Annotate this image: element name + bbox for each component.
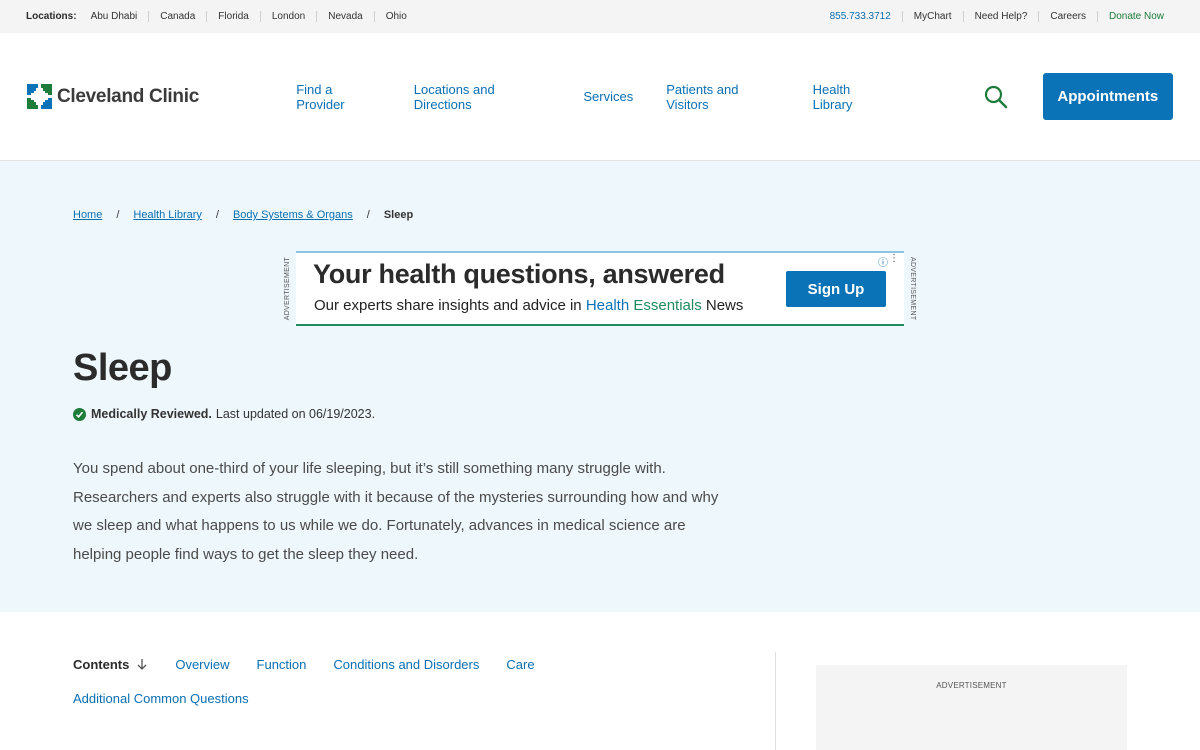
ad-sub-health: Health bbox=[585, 297, 634, 314]
nav-locations-and-directions[interactable]: Locations and Directions bbox=[414, 82, 551, 112]
ad-label-right: ADVERTISEMENT bbox=[909, 257, 916, 321]
ad-headline: Your health questions, answered bbox=[313, 259, 725, 289]
breadcrumb-separator: / bbox=[116, 209, 120, 221]
ad-label-left: ADVERTISEMENT bbox=[284, 257, 291, 321]
need-help-link[interactable]: Need Help? bbox=[962, 11, 1039, 22]
contents-link-additional-questions[interactable]: Additional Common Questions bbox=[73, 691, 249, 706]
ad-sub-prefix: Our experts share insights and advice in bbox=[314, 297, 586, 314]
page-title: Sleep bbox=[73, 347, 172, 389]
contents-label: Contents bbox=[73, 656, 130, 672]
cleveland-clinic-cross-icon bbox=[27, 84, 52, 109]
contents-link-function[interactable]: Function bbox=[257, 657, 307, 672]
nav-services[interactable]: Services bbox=[583, 89, 633, 104]
contents-section: Contents Overview Function Conditions an… bbox=[0, 612, 1200, 750]
breadcrumb: Home / Health Library / Body Systems & O… bbox=[73, 161, 1127, 221]
breadcrumb-home[interactable]: Home bbox=[73, 209, 102, 221]
breadcrumb-separator: / bbox=[215, 209, 219, 221]
contents-toggle[interactable]: Contents bbox=[73, 657, 149, 672]
logo-link[interactable]: Cleveland Clinic bbox=[27, 84, 270, 109]
ad-sub-essentials: Essentials bbox=[633, 297, 702, 314]
medically-reviewed-label: Medically Reviewed. bbox=[91, 407, 212, 421]
donate-link[interactable]: Donate Now bbox=[1096, 11, 1174, 22]
search-icon[interactable] bbox=[983, 84, 1008, 110]
location-link-nevada[interactable]: Nevada bbox=[316, 11, 373, 22]
contents-link-conditions[interactable]: Conditions and Disorders bbox=[333, 657, 479, 672]
review-status: Medically Reviewed. Last updated on 06/1… bbox=[73, 407, 375, 421]
careers-link[interactable]: Careers bbox=[1038, 11, 1097, 22]
arrow-down-icon bbox=[137, 659, 147, 670]
ad-subtext: Our experts share insights and advice in… bbox=[314, 297, 743, 314]
location-link-florida[interactable]: Florida bbox=[206, 11, 260, 22]
ad-menu-icon[interactable]: ⋮ bbox=[889, 253, 899, 264]
check-circle-icon bbox=[73, 407, 86, 421]
location-link-london[interactable]: London bbox=[259, 11, 316, 22]
ad-sub-suffix: News bbox=[701, 297, 744, 314]
ad-signup-button[interactable]: Sign Up bbox=[786, 271, 886, 307]
contents-link-overview[interactable]: Overview bbox=[175, 657, 229, 672]
logo-text: Cleveland Clinic bbox=[57, 85, 199, 107]
column-divider bbox=[775, 652, 776, 750]
phone-link[interactable]: 855.733.3712 bbox=[819, 11, 902, 22]
locations-label: Locations: bbox=[26, 11, 77, 22]
last-updated: Last updated on 06/19/2023. bbox=[215, 407, 376, 421]
contents-nav: Contents Overview Function Conditions an… bbox=[73, 654, 753, 708]
locations-list: Locations: Abu Dhabi Canada Florida Lond… bbox=[26, 11, 418, 22]
appointments-button[interactable]: Appointments bbox=[1042, 73, 1173, 120]
location-link-abu-dhabi[interactable]: Abu Dhabi bbox=[91, 11, 149, 22]
nav-health-library[interactable]: Health Library bbox=[813, 82, 891, 112]
breadcrumb-current: Sleep bbox=[383, 209, 414, 221]
location-link-canada[interactable]: Canada bbox=[148, 11, 206, 22]
nav-find-a-provider[interactable]: Find a Provider bbox=[296, 82, 381, 112]
breadcrumb-health-library[interactable]: Health Library bbox=[133, 209, 201, 221]
breadcrumb-separator: / bbox=[366, 209, 370, 221]
main-nav: Find a Provider Locations and Directions… bbox=[296, 82, 923, 112]
contents-link-care[interactable]: Care bbox=[506, 657, 534, 672]
location-link-ohio[interactable]: Ohio bbox=[373, 11, 418, 22]
ad-info-icon[interactable]: ⓘ bbox=[878, 254, 888, 269]
sidebar-ad[interactable]: ADVERTISEMENT bbox=[816, 665, 1127, 750]
breadcrumb-body-systems[interactable]: Body Systems & Organs bbox=[233, 209, 353, 221]
sidebar-ad-label: ADVERTISEMENT bbox=[936, 681, 1007, 690]
ad-banner[interactable]: ADVERTISEMENT ADVERTISEMENT ⓘ ⋮ Your hea… bbox=[284, 251, 916, 326]
intro-paragraph: You spend about one-third of your life s… bbox=[73, 460, 719, 563]
utility-bar: Locations: Abu Dhabi Canada Florida Lond… bbox=[0, 0, 1200, 33]
nav-patients-and-visitors[interactable]: Patients and Visitors bbox=[666, 82, 779, 112]
mychart-link[interactable]: MyChart bbox=[901, 11, 963, 22]
site-header: Cleveland Clinic Find a Provider Locatio… bbox=[0, 33, 1200, 161]
article-hero: Home / Health Library / Body Systems & O… bbox=[0, 161, 1200, 612]
utility-links: 855.733.3712 MyChart Need Help? Careers … bbox=[819, 11, 1174, 22]
